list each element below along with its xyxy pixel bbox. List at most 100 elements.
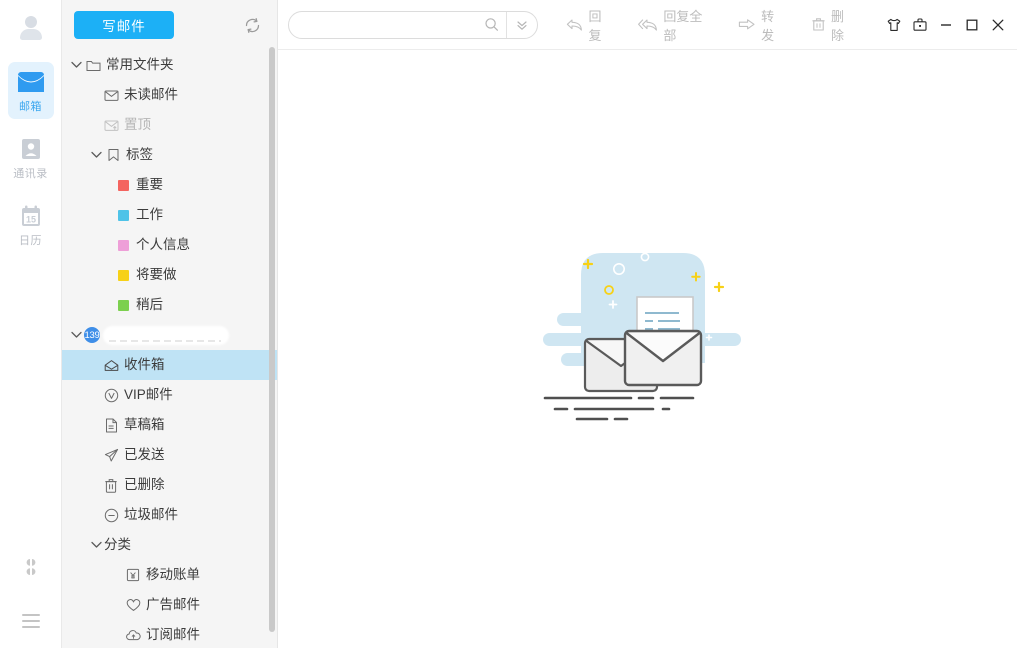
apps-grid-icon[interactable] [0, 540, 62, 594]
folder-vip-label: VIP邮件 [124, 388, 173, 402]
chevron-down-icon[interactable] [68, 57, 84, 73]
folder-drafts[interactable]: 草稿箱 [62, 410, 278, 440]
rail-item-calendar-label: 日历 [8, 232, 54, 248]
tag-later-label: 稍后 [136, 298, 163, 312]
toolbox-icon[interactable] [907, 10, 933, 40]
subscribe-icon [124, 626, 142, 644]
sent-icon [102, 446, 120, 464]
sidebar-scrollbar[interactable] [269, 47, 275, 632]
chevron-down-icon[interactable] [88, 537, 104, 553]
sidebar-header: 写邮件 [62, 0, 277, 50]
tag-color-swatch [118, 300, 129, 311]
category-ad-mail[interactable]: 广告邮件 [62, 590, 278, 620]
folder-sent-label: 已发送 [124, 448, 165, 462]
account-name-redacted [105, 328, 227, 343]
search-icon[interactable] [476, 12, 506, 38]
tag-personal[interactable]: 个人信息 [62, 230, 278, 260]
tag-color-swatch [118, 210, 129, 221]
folder-inbox-label: 收件箱 [124, 358, 165, 372]
forward-button-label: 转发 [761, 6, 785, 44]
unread-mail-icon [102, 86, 120, 104]
group-common-folders[interactable]: 常用文件夹 [62, 50, 278, 80]
search-input[interactable] [289, 12, 476, 38]
category-ad-mail-label: 广告邮件 [146, 598, 200, 612]
tag-todo[interactable]: 将要做 [62, 260, 278, 290]
spam-icon [102, 506, 120, 524]
tag-color-swatch [118, 180, 129, 191]
tag-icon [104, 146, 122, 164]
forward-button[interactable]: 转发 [738, 6, 785, 44]
svg-text:15: 15 [25, 214, 35, 224]
mail-client-window: 邮箱 通讯录 15 日历 [0, 0, 1017, 648]
folder-sent[interactable]: 已发送 [62, 440, 278, 470]
tag-todo-label: 将要做 [136, 268, 177, 282]
window-controls [881, 10, 1017, 40]
category-mobile-bill[interactable]: 移动账单 [62, 560, 278, 590]
mail-action-toolbar: 回复 回复全部 转发 [566, 6, 881, 44]
tag-later[interactable]: 稍后 [62, 290, 278, 320]
search-box[interactable] [288, 11, 538, 39]
empty-mailbox-illustration [533, 235, 763, 438]
forward-icon [738, 18, 756, 32]
folder-deleted-label: 已删除 [124, 478, 165, 492]
avatar-icon [18, 15, 44, 41]
tag-color-swatch [118, 240, 129, 251]
unread-count-badge: 139 [84, 327, 100, 343]
maximize-icon[interactable] [959, 10, 985, 40]
rail-item-mail-label: 邮箱 [8, 98, 54, 114]
minimize-icon[interactable] [933, 10, 959, 40]
delete-button[interactable]: 删除 [811, 6, 855, 44]
tag-important-label: 重要 [136, 178, 163, 192]
skin-theme-icon[interactable] [881, 10, 907, 40]
folder-vip[interactable]: VIP邮件 [62, 380, 278, 410]
category-subscription-label: 订阅邮件 [146, 628, 200, 642]
folder-drafts-label: 草稿箱 [124, 418, 165, 432]
group-tags[interactable]: 标签 [62, 140, 278, 170]
folder-unread[interactable]: 未读邮件 [62, 80, 278, 110]
bill-icon [124, 566, 142, 584]
hamburger-menu-icon[interactable] [0, 594, 62, 648]
vip-icon [102, 386, 120, 404]
double-chevron-down-icon[interactable] [507, 12, 537, 38]
trash-icon [102, 476, 120, 494]
category-subscription[interactable]: 订阅邮件 [62, 620, 278, 648]
inbox-icon [102, 356, 120, 374]
left-nav-rail: 邮箱 通讯录 15 日历 [0, 0, 62, 648]
folder-inbox[interactable]: 收件箱 [62, 350, 278, 380]
rail-bottom-group [0, 540, 62, 648]
group-tags-label: 标签 [126, 148, 153, 162]
tag-personal-label: 个人信息 [136, 238, 190, 252]
rail-item-contacts[interactable]: 通讯录 [8, 129, 54, 186]
draft-icon [102, 416, 120, 434]
main-panel: 回复 回复全部 转发 [278, 0, 1017, 648]
mail-icon [8, 69, 54, 95]
rail-item-calendar[interactable]: 15 日历 [8, 196, 54, 253]
tag-work-label: 工作 [136, 208, 163, 222]
reply-button[interactable]: 回复 [566, 6, 612, 44]
refresh-icon[interactable] [239, 12, 265, 38]
tag-color-swatch [118, 270, 129, 281]
folder-unread-label: 未读邮件 [124, 88, 178, 102]
compose-button[interactable]: 写邮件 [74, 11, 174, 39]
user-avatar[interactable] [0, 4, 62, 52]
account-row[interactable]: 139 [62, 320, 278, 350]
group-categories[interactable]: 分类 [62, 530, 278, 560]
tag-important[interactable]: 重要 [62, 170, 278, 200]
close-icon[interactable] [985, 10, 1011, 40]
delete-button-label: 删除 [831, 6, 855, 44]
folder-deleted[interactable]: 已删除 [62, 470, 278, 500]
folder-pinned[interactable]: 置顶 [62, 110, 278, 140]
reply-all-button-label: 回复全部 [663, 6, 712, 44]
rail-item-mail[interactable]: 邮箱 [8, 62, 54, 119]
pin-mail-icon [102, 116, 120, 134]
group-common-folders-label: 常用文件夹 [106, 58, 174, 72]
tag-work[interactable]: 工作 [62, 200, 278, 230]
calendar-icon: 15 [8, 203, 54, 229]
reply-icon [566, 18, 583, 32]
reply-all-button[interactable]: 回复全部 [638, 6, 712, 44]
chevron-down-icon[interactable] [88, 147, 104, 163]
folder-spam[interactable]: 垃圾邮件 [62, 500, 278, 530]
folder-sidebar: 写邮件 常用文件夹 [62, 0, 278, 648]
folder-pinned-label: 置顶 [124, 118, 151, 132]
chevron-down-icon[interactable] [68, 327, 84, 343]
